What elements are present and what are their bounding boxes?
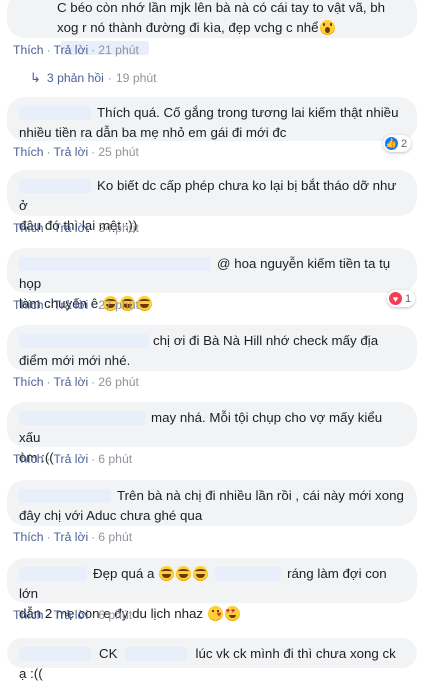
- reply-button[interactable]: Trả lời: [54, 145, 89, 159]
- comment-text: xog r nó thành đường đi kìa, đẹp vchg c …: [57, 20, 319, 35]
- comment-text: Đẹp quá a: [93, 566, 155, 581]
- reply-button[interactable]: Trả lời: [54, 452, 89, 466]
- comment-actions: Thích · Trả lời · 21 phút: [13, 43, 139, 57]
- comment-bubble: Ko biết dc cấp phép chưa ko lại bị bắt t…: [7, 170, 417, 233]
- comment-actions: Thích · Trả lời · 25 phút: [13, 145, 139, 159]
- comment-bubble: @ hoa nguyễn kiếm tiền ta tụ họp làm chu…: [7, 248, 417, 311]
- comment-text: Trên bà nà chị đi nhiều lần rồi , cái nà…: [117, 488, 404, 503]
- view-replies-link[interactable]: ↳ 3 phản hồi · 19 phút: [30, 70, 157, 86]
- blurred-name: [19, 257, 211, 272]
- like-icon: 👍: [385, 137, 398, 150]
- reaction-summary[interactable]: ♥ 1: [387, 290, 416, 307]
- blurred-name: [19, 334, 149, 349]
- comment-actions: Thích · Trả lời · 6 phút: [13, 530, 133, 544]
- comment-bubble: Trên bà nà chị đi nhiều lần rồi , cái nà…: [7, 480, 417, 526]
- blurred-name: [19, 411, 145, 426]
- like-button[interactable]: Thích: [13, 298, 43, 312]
- reply-button[interactable]: Trả lời: [54, 375, 89, 389]
- comment-bubble: C béo còn nhớ lần mjk lên bà nà có cái t…: [7, 0, 417, 56]
- comment-bubble: chị ơi đi Bà Nà Hill nhớ check mấy địa đ…: [7, 325, 417, 371]
- comment-bubble: Thích quá. Cố gắng trong tương lai kiếm …: [7, 97, 417, 141]
- kiss-emoji-icon: [207, 606, 223, 621]
- timestamp[interactable]: 21 phút: [98, 43, 139, 57]
- blurred-name: [19, 647, 91, 662]
- comment-actions: Thích · Trả lời · 34 phút: [13, 221, 139, 235]
- heart-icon: ♥: [389, 292, 402, 305]
- comment-actions: Thích · Trả lời · 6 phút: [13, 452, 133, 466]
- blurred-name: [19, 179, 91, 194]
- blurred-name: [19, 106, 91, 121]
- comment-actions: Thích · Trả lời · 26 phút: [13, 375, 139, 389]
- timestamp[interactable]: 34 phút: [98, 221, 139, 235]
- like-button[interactable]: Thích: [13, 221, 43, 235]
- reply-arrow-icon: ↳: [30, 70, 41, 85]
- comment-bubble: CK lúc vk ck mình đi thì chưa xong ck ạ :…: [7, 638, 417, 681]
- blurred-name: [19, 567, 87, 582]
- like-button[interactable]: Thích: [13, 530, 43, 544]
- comment-actions: Thích · Trả lời · 6 phút: [13, 608, 133, 622]
- laugh-emoji-icon: [136, 296, 152, 311]
- laugh-emoji-icon: [176, 566, 192, 581]
- comment-text: Thích quá. Cố gắng trong tương lai kiếm …: [97, 105, 399, 120]
- comment-text: đây chị với Aduc chưa ghé qua: [19, 508, 203, 523]
- comment-text: điểm mới mới nhé.: [19, 353, 131, 368]
- timestamp[interactable]: 6 phút: [98, 530, 132, 544]
- comment-bubble: Đẹp quá a ráng làm đợi con lớn dẫn 2 mẹ …: [7, 558, 417, 621]
- blurred-name: [19, 489, 111, 504]
- comment-actions: Thích · Trả lời · 27 phút: [13, 298, 139, 312]
- comment-text: chị ơi đi Bà Nà Hill nhớ check mấy địa: [153, 333, 379, 348]
- wow-emoji-icon: [319, 20, 335, 35]
- reply-button[interactable]: Trả lời: [54, 298, 89, 312]
- reaction-summary[interactable]: 👍 2: [383, 135, 412, 152]
- heart-eyes-emoji-icon: [224, 606, 240, 621]
- blurred-name: [215, 567, 282, 582]
- reply-button[interactable]: Trả lời: [54, 221, 89, 235]
- reply-button[interactable]: Trả lời: [54, 530, 89, 544]
- reply-button[interactable]: Trả lời: [54, 43, 89, 57]
- comment-bubble: may nhá. Mỗi tội chụp cho vợ mấy kiểu xấ…: [7, 402, 417, 465]
- like-button[interactable]: Thích: [13, 375, 43, 389]
- comment-text: CK: [99, 646, 118, 661]
- like-button[interactable]: Thích: [13, 608, 43, 622]
- timestamp[interactable]: 6 phút: [98, 608, 132, 622]
- like-button[interactable]: Thích: [13, 145, 43, 159]
- comment-text: C béo còn nhớ lần mjk lên bà nà có cái t…: [57, 0, 386, 15]
- like-button[interactable]: Thích: [13, 43, 43, 57]
- timestamp[interactable]: 27 phút: [98, 298, 139, 312]
- reply-button[interactable]: Trả lời: [54, 608, 89, 622]
- like-button[interactable]: Thích: [13, 452, 43, 466]
- laugh-emoji-icon: [193, 566, 209, 581]
- timestamp[interactable]: 6 phút: [98, 452, 132, 466]
- timestamp[interactable]: 25 phút: [98, 145, 139, 159]
- comment-text: nhiều tiền ra dẫn ba mẹ nhỏ em gái đi mớ…: [19, 125, 287, 140]
- laugh-emoji-icon: [159, 566, 175, 581]
- timestamp[interactable]: 26 phút: [98, 375, 139, 389]
- blurred-name: [125, 647, 188, 662]
